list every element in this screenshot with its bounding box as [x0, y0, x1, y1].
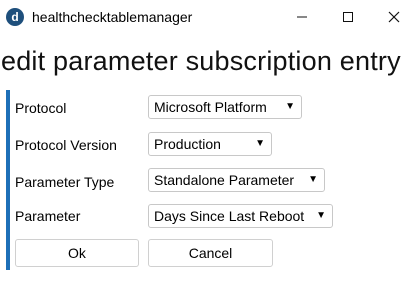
- form-accent-bar: [6, 90, 10, 270]
- protocol-label: Protocol: [15, 100, 67, 116]
- dropdown-arrow-icon: ▼: [316, 210, 326, 221]
- ok-button[interactable]: Ok: [15, 239, 139, 267]
- protocol-version-label: Protocol Version: [15, 137, 117, 153]
- parameter-value: Days Since Last Reboot: [154, 208, 305, 224]
- window-title: healthchecktablemanager: [32, 9, 193, 25]
- page-title: edit parameter subscription entry: [1, 46, 401, 76]
- parameter-label: Parameter: [15, 208, 81, 224]
- dropdown-arrow-icon: ▼: [285, 101, 295, 112]
- protocol-version-dropdown[interactable]: Production ▼: [148, 132, 272, 156]
- protocol-version-value: Production: [154, 136, 221, 152]
- close-button[interactable]: [371, 0, 417, 34]
- protocol-dropdown[interactable]: Microsoft Platform ▼: [148, 95, 302, 119]
- parameter-type-dropdown[interactable]: Standalone Parameter ▼: [148, 168, 325, 192]
- dropdown-arrow-icon: ▼: [308, 174, 318, 185]
- title-bar: d healthchecktablemanager: [0, 0, 419, 36]
- close-icon: [388, 11, 400, 23]
- cancel-button[interactable]: Cancel: [148, 239, 273, 267]
- minimize-icon: [297, 16, 307, 18]
- dropdown-arrow-icon: ▼: [255, 138, 265, 149]
- parameter-dropdown[interactable]: Days Since Last Reboot ▼: [148, 204, 333, 228]
- protocol-value: Microsoft Platform: [154, 99, 267, 115]
- maximize-icon: [343, 12, 353, 22]
- maximize-button[interactable]: [325, 0, 371, 34]
- parameter-type-value: Standalone Parameter: [154, 172, 295, 188]
- app-icon: d: [6, 8, 24, 26]
- parameter-type-label: Parameter Type: [15, 174, 115, 190]
- minimize-button[interactable]: [279, 0, 325, 34]
